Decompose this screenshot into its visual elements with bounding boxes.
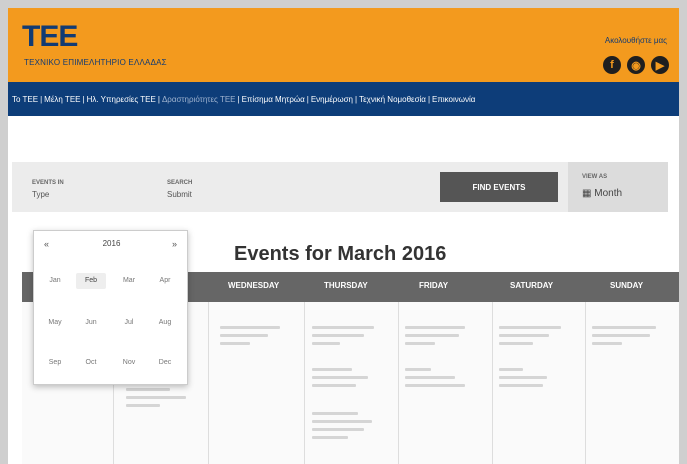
day-header-sunday: SUNDAY — [610, 281, 644, 290]
event-entry[interactable] — [592, 326, 656, 329]
calendar-icon: ▦ — [582, 188, 592, 199]
events-in-label: EVENTS IN — [32, 180, 64, 186]
month-dec[interactable]: Dec — [150, 355, 180, 371]
logo-subtitle: ΤΕΧΝΙΚΟ ΕΠΙΜΕΛΗΤΗΡΙΟ ΕΛΛΑΔΑΣ — [24, 58, 167, 67]
view-as-value: Month — [594, 188, 623, 199]
search-field[interactable]: Submit — [167, 190, 192, 199]
view-as-value-row: ▦ Month — [582, 188, 622, 199]
month-sep[interactable]: Sep — [40, 355, 70, 371]
month-aug[interactable]: Aug — [150, 315, 180, 331]
tee-logo[interactable]: TEE — [22, 22, 78, 52]
month-jan[interactable]: Jan — [40, 273, 70, 289]
month-feb[interactable]: Feb — [76, 273, 106, 289]
month-nov[interactable]: Nov — [114, 355, 144, 371]
event-entry[interactable] — [499, 368, 523, 371]
month-jul[interactable]: Jul — [114, 315, 144, 331]
search-label: SEARCH — [167, 180, 193, 186]
page-title: Events for March 2016 — [234, 243, 447, 265]
day-header-wednesday: WEDNESDAY — [228, 281, 280, 290]
nav-item-eservices[interactable]: Ηλ. Υπηρεσίες ΤΕΕ — [85, 95, 158, 104]
nav-item-tee[interactable]: Το ΤΕΕ — [10, 95, 40, 104]
view-as-label: VIEW AS — [582, 174, 608, 180]
event-entry[interactable] — [126, 388, 170, 391]
datepicker-year[interactable]: 2016 — [34, 239, 189, 248]
month-datepicker: « 2016 » Jan Feb Mar Apr May Jun Jul Aug… — [33, 230, 188, 385]
day-header-friday: FRIDAY — [419, 281, 449, 290]
nav-item-registries[interactable]: Επίσημα Μητρώα — [240, 95, 307, 104]
event-entry[interactable] — [312, 412, 358, 415]
month-oct[interactable]: Oct — [76, 355, 106, 371]
main-nav: Το ΤΕΕ | Μέλη ΤΕΕ | Ηλ. Υπηρεσίες ΤΕΕ | … — [8, 82, 679, 116]
events-in-field[interactable]: Type — [32, 190, 49, 199]
event-entry[interactable] — [405, 326, 465, 329]
nav-item-legislation[interactable]: Τεχνική Νομοθεσία — [357, 95, 428, 104]
next-year-button[interactable]: » — [172, 239, 177, 249]
day-header-saturday: SATURDAY — [510, 281, 554, 290]
event-entry[interactable] — [312, 368, 352, 371]
nav-item-members[interactable]: Μέλη ΤΕΕ — [42, 95, 82, 104]
event-entry[interactable] — [499, 326, 561, 329]
event-entry[interactable] — [405, 368, 431, 371]
month-mar[interactable]: Mar — [114, 273, 144, 289]
browser-viewport: TEE ΤΕΧΝΙΚΟ ΕΠΙΜΕΛΗΤΗΡΙΟ ΕΛΛΑΔΑΣ Ακολουθ… — [8, 8, 679, 464]
day-header-thursday: THURSDAY — [324, 281, 368, 290]
youtube-icon[interactable]: ▶ — [651, 56, 669, 74]
social-links: f ◉ ▶ — [603, 56, 669, 74]
view-as-selector[interactable]: VIEW AS ▦ Month — [568, 162, 668, 212]
month-apr[interactable]: Apr — [150, 273, 180, 289]
facebook-icon[interactable]: f — [603, 56, 621, 74]
month-may[interactable]: May — [40, 315, 70, 331]
event-filter-bar: EVENTS IN Type SEARCH Submit FIND EVENTS… — [12, 162, 668, 212]
find-events-button[interactable]: FIND EVENTS — [440, 172, 558, 202]
nav-item-contact[interactable]: Επικοινωνία — [430, 95, 477, 104]
event-entry[interactable] — [220, 326, 280, 329]
follow-us-text: Ακολουθήστε μας — [604, 36, 667, 45]
nav-item-news[interactable]: Ενημέρωση — [309, 95, 355, 104]
site-header: TEE ΤΕΧΝΙΚΟ ΕΠΙΜΕΛΗΤΗΡΙΟ ΕΛΛΑΔΑΣ Ακολουθ… — [8, 8, 679, 82]
rss-icon[interactable]: ◉ — [627, 56, 645, 74]
month-jun[interactable]: Jun — [76, 315, 106, 331]
nav-item-activities[interactable]: Δραστηριότητες ΤΕΕ — [160, 95, 238, 104]
event-entry[interactable] — [312, 326, 374, 329]
